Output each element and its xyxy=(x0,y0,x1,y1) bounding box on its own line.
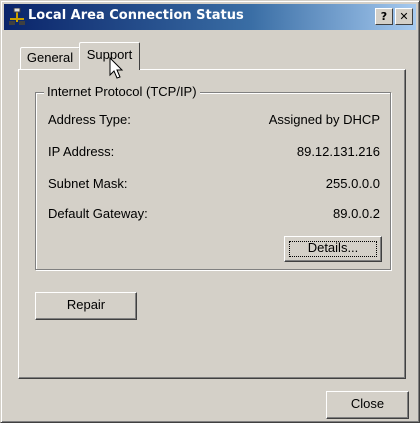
mouse-pointer-icon xyxy=(109,56,125,81)
default-gateway-value: 89.0.0.2 xyxy=(333,206,380,221)
subnet-mask-value: 255.0.0.0 xyxy=(325,176,380,191)
close-button-label: Close xyxy=(350,396,385,411)
subnet-mask-label: Subnet Mask: xyxy=(48,176,128,191)
default-gateway-label: Default Gateway: xyxy=(48,206,148,221)
title-bar[interactable]: Local Area Connection Status ? ✕ xyxy=(4,4,416,30)
status-dialog: Local Area Connection Status ? ✕ General… xyxy=(0,0,420,423)
repair-button[interactable]: Repair xyxy=(35,292,137,320)
help-button[interactable]: ? xyxy=(375,8,393,25)
focus-rectangle xyxy=(289,241,377,257)
tab-general[interactable]: General xyxy=(20,47,80,69)
support-tab-panel: Internet Protocol (TCP/IP) Address Type:… xyxy=(18,69,406,379)
network-connection-icon xyxy=(8,7,26,26)
window-close-button[interactable]: ✕ xyxy=(395,8,413,25)
ip-address-label: IP Address: xyxy=(48,144,115,159)
address-type-value: Assigned by DHCP xyxy=(268,112,380,127)
address-type-label: Address Type: xyxy=(48,112,131,127)
group-title: Internet Protocol (TCP/IP) xyxy=(44,84,200,99)
close-button[interactable]: Close xyxy=(326,391,409,419)
repair-button-label: Repair xyxy=(66,297,106,312)
tcpip-group: Internet Protocol (TCP/IP) Address Type:… xyxy=(35,84,391,270)
window-title: Local Area Connection Status xyxy=(28,8,244,23)
details-button[interactable]: Details... xyxy=(284,236,382,262)
ip-address-value: 89.12.131.216 xyxy=(296,144,380,159)
